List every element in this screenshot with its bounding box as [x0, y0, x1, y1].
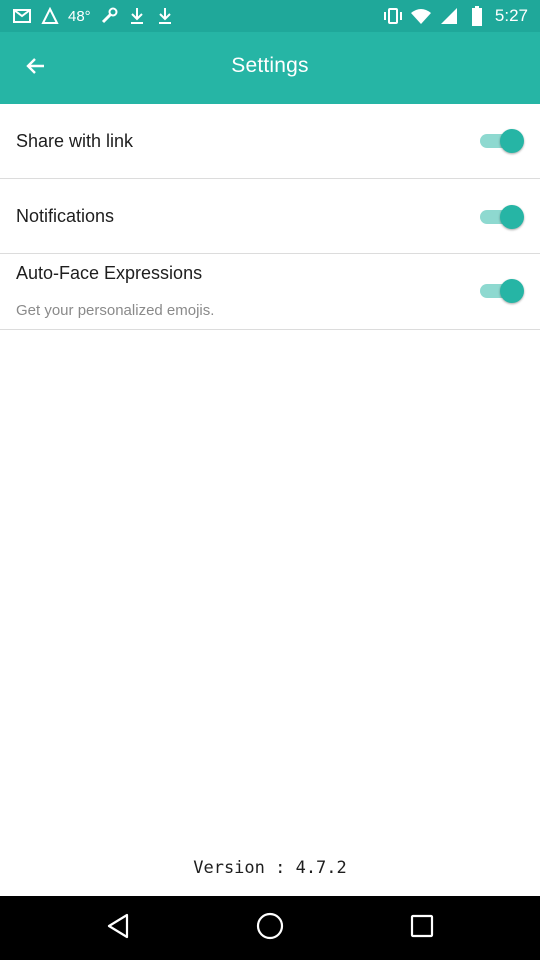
vibrate-icon: [383, 6, 403, 26]
auto-face-toggle[interactable]: [476, 277, 524, 305]
auto-face-subtitle: Get your personalized emojis.: [16, 302, 215, 319]
page-title: Settings: [231, 54, 309, 77]
nav-home-button[interactable]: [254, 912, 286, 944]
download-icon: [127, 6, 147, 26]
download-icon: [155, 6, 175, 26]
version-text: Version : 4.7.2: [193, 858, 347, 878]
toggle-thumb: [500, 129, 524, 153]
home-circle-icon: [255, 911, 285, 946]
share-with-link-label: Share with link: [16, 131, 134, 151]
wifi-icon: [410, 6, 431, 26]
toggle-thumb: [500, 205, 524, 229]
notifications-toggle[interactable]: [476, 203, 524, 231]
status-left: 48°: [12, 4, 175, 28]
setting-notifications[interactable]: Notifications: [0, 179, 540, 254]
back-triangle-icon: [105, 912, 131, 945]
setting-share-with-link[interactable]: Share with link: [0, 104, 540, 179]
mail-icon: [12, 6, 32, 26]
share-with-link-toggle[interactable]: [476, 127, 524, 155]
nav-recents-button[interactable]: [406, 912, 438, 944]
nav-bar: [0, 896, 540, 960]
status-right: 5:27: [383, 4, 528, 28]
status-temperature: 48°: [68, 7, 91, 25]
toggle-thumb: [500, 279, 524, 303]
cellular-icon: [439, 6, 459, 26]
notifications-label: Notifications: [16, 206, 115, 226]
app-bar: Settings: [0, 32, 540, 104]
status-bar: 48° 5:27: [0, 0, 540, 32]
battery-icon: [467, 6, 487, 26]
nav-back-button[interactable]: [102, 912, 134, 944]
wrench-icon: [99, 6, 119, 26]
recents-square-icon: [409, 913, 435, 944]
setting-auto-face-expressions[interactable]: Auto-Face Expressions Get your personali…: [0, 254, 540, 330]
auto-face-label: Auto-Face Expressions: [16, 263, 203, 283]
settings-list: Share with link Notifications Auto-Face …: [0, 104, 540, 330]
status-time: 5:27: [494, 6, 528, 25]
signal-boost-icon: [40, 6, 60, 26]
